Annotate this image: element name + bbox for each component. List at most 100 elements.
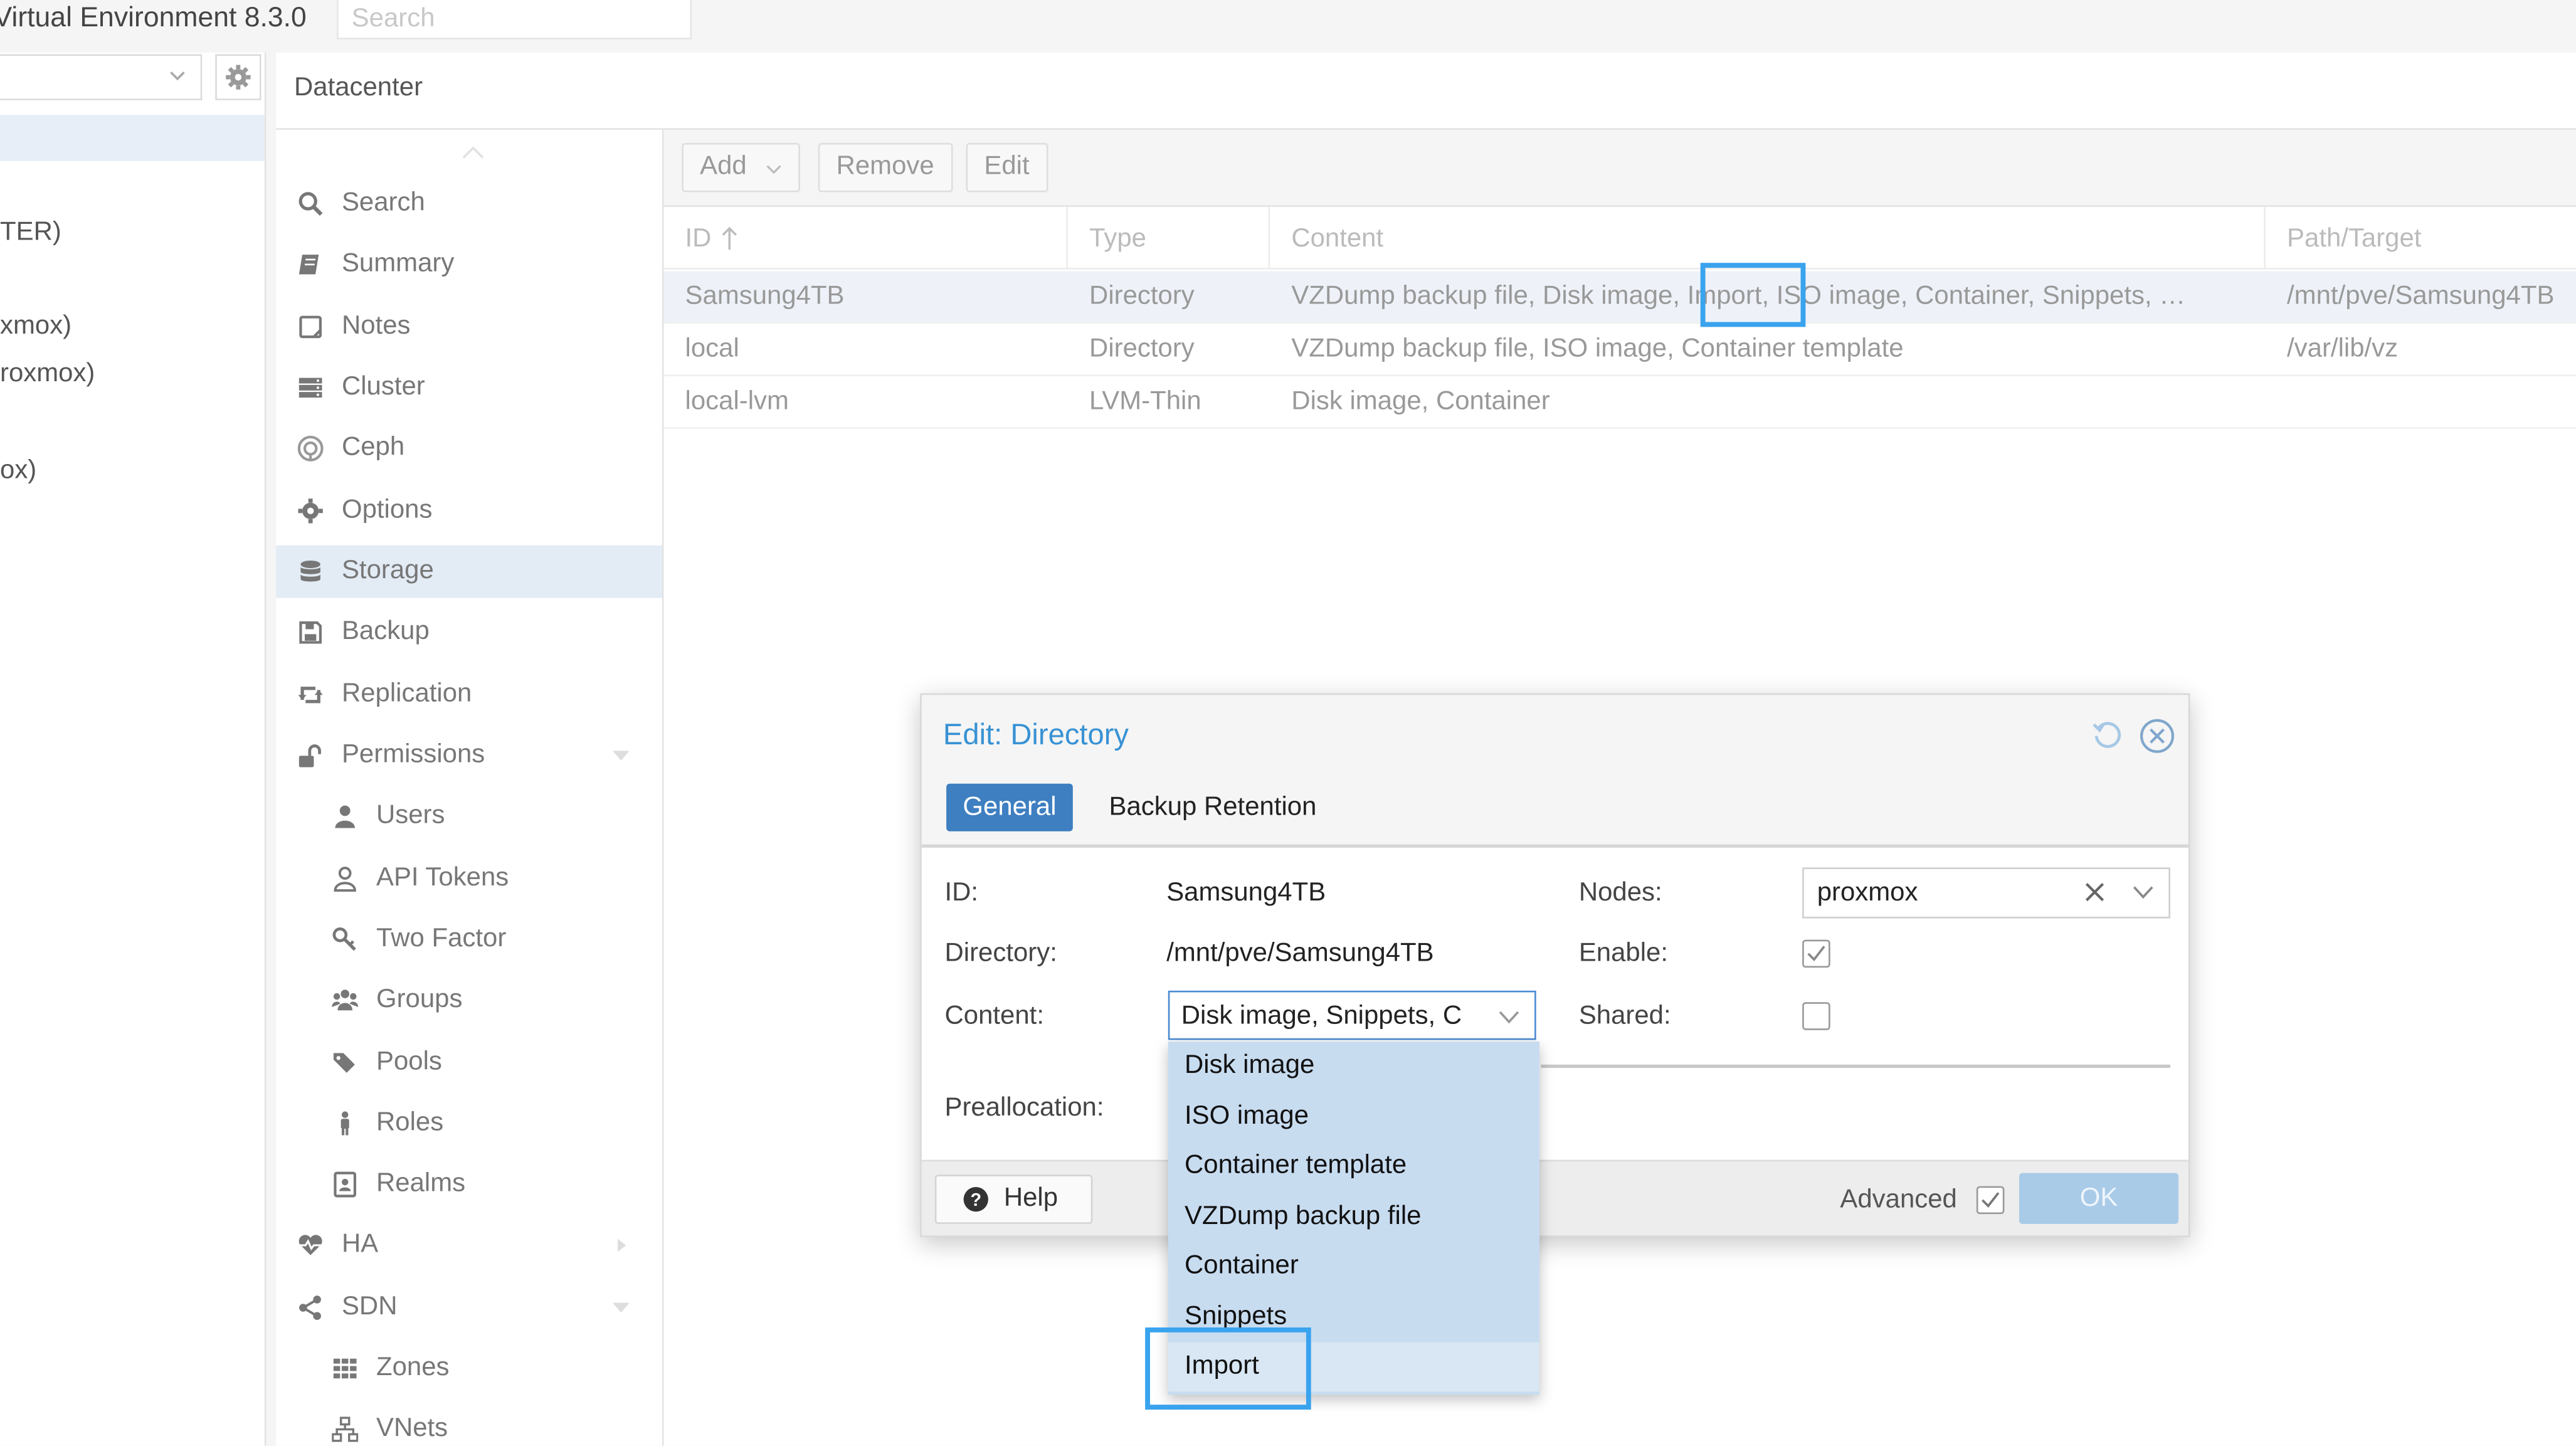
menu-item-sdn[interactable]: SDN [276, 1282, 662, 1334]
column-header-label: ID [685, 224, 712, 253]
menu-item-summary[interactable]: Summary [276, 238, 662, 291]
table-row[interactable]: local Directory VZDump backup file, ISO … [663, 324, 2576, 376]
dropdown-option[interactable]: Disk image [1168, 1042, 1539, 1091]
gear-icon [226, 65, 251, 90]
help-button-label: Help [1003, 1185, 1058, 1213]
column-separator[interactable] [1268, 207, 1270, 270]
menu-item-label: Zones [376, 1353, 450, 1382]
add-button-label: Add [700, 152, 747, 181]
tree-item[interactable]: roxmox) [0, 358, 95, 391]
gear-button[interactable] [215, 54, 261, 100]
add-button[interactable]: Add [682, 142, 800, 193]
menu-item-label: Ceph [341, 433, 405, 462]
page-title: Datacenter [293, 73, 423, 102]
note-icon [299, 315, 322, 339]
chevron-up-icon[interactable] [460, 145, 487, 161]
shared-checkbox[interactable] [1802, 1002, 1830, 1030]
floppy-icon [299, 621, 322, 644]
menu-item-permissions[interactable]: Permissions [276, 729, 662, 782]
view-select[interactable] [0, 54, 203, 100]
enable-checkbox[interactable] [1802, 939, 1830, 968]
menu-item-ceph[interactable]: Ceph [276, 422, 662, 475]
expand-icon[interactable] [613, 1238, 629, 1252]
divider [1541, 1064, 2171, 1068]
svg-text:?: ? [970, 1190, 981, 1210]
shared-label: Shared: [1578, 1002, 1671, 1030]
column-header-content[interactable]: Content [1291, 225, 1383, 255]
close-icon[interactable] [2139, 718, 2175, 754]
menu-item-groups[interactable]: Groups [276, 974, 662, 1027]
menu-item-vnets[interactable]: VNets [276, 1403, 662, 1445]
menu-item-label: Storage [341, 557, 434, 585]
menu-item-options[interactable]: Options [276, 485, 662, 537]
column-header-path[interactable]: Path/Target [2287, 225, 2421, 255]
tab-general[interactable]: General [946, 783, 1073, 831]
menu-item-label: Backup [341, 618, 430, 646]
tree-item-selected[interactable] [0, 115, 265, 161]
table-row[interactable]: Samsung4TB Directory VZDump backup file,… [663, 271, 2576, 324]
share-alt-icon [299, 1296, 321, 1320]
search-icon [298, 192, 323, 216]
dropdown-option[interactable]: VZDump backup file [1168, 1193, 1539, 1242]
chevron-down-icon[interactable] [2133, 884, 2154, 900]
clear-icon[interactable] [2083, 880, 2106, 904]
chevron-down-icon[interactable] [1498, 1009, 1519, 1025]
dropdown-option[interactable]: Container [1168, 1242, 1539, 1292]
cell-id: Samsung4TB [685, 282, 845, 311]
content-select-value: Disk image, Snippets, C [1181, 1002, 1462, 1030]
menu-item-backup[interactable]: Backup [276, 606, 662, 659]
column-separator[interactable] [2264, 207, 2266, 270]
option-label: Container [1185, 1252, 1299, 1280]
check-icon [1982, 1192, 2000, 1208]
menu-item-two-factor[interactable]: Two Factor [276, 914, 662, 966]
gear-icon [298, 499, 323, 524]
option-label: ISO image [1185, 1102, 1309, 1131]
cell-path: /var/lib/vz [2287, 335, 2399, 364]
menu-item-label: Cluster [341, 372, 425, 401]
table-row[interactable]: local-lvm LVM-Thin Disk image, Container [663, 376, 2576, 429]
menu-item-storage[interactable]: Storage [276, 545, 662, 598]
menu-item-zones[interactable]: Zones [276, 1343, 662, 1395]
user-outline-icon [334, 867, 356, 892]
menu-item-label: Search [341, 189, 425, 217]
tab-backup-retention[interactable]: Backup Retention [1109, 790, 1316, 825]
advanced-checkbox[interactable] [1976, 1186, 2005, 1215]
dropdown-option[interactable]: ISO image [1168, 1092, 1539, 1142]
ceph-icon [297, 435, 324, 462]
nodes-label: Nodes: [1578, 879, 1662, 907]
search-input[interactable]: Search [337, 0, 692, 40]
column-separator[interactable] [1066, 207, 1068, 270]
collapse-icon[interactable] [613, 1301, 630, 1314]
tree-item[interactable]: xmox) [0, 310, 71, 343]
dropdown-option[interactable]: Container template [1168, 1142, 1539, 1191]
option-label: Container template [1185, 1151, 1407, 1180]
reset-icon[interactable] [2091, 718, 2124, 751]
menu-item-ha[interactable]: HA [276, 1219, 662, 1272]
menu-item-cluster[interactable]: Cluster [276, 361, 662, 414]
menu-item-realms[interactable]: Realms [276, 1158, 662, 1211]
menu-item-pools[interactable]: Pools [276, 1037, 662, 1089]
highlight-box [1145, 1327, 1311, 1410]
tree-item[interactable]: ox) [0, 455, 36, 488]
grid-icon [333, 1358, 357, 1379]
menu-item-replication[interactable]: Replication [276, 668, 662, 721]
tree-item[interactable]: TER) [0, 217, 61, 250]
menu-item-roles[interactable]: Roles [276, 1097, 662, 1150]
column-header-type[interactable]: Type [1089, 225, 1146, 255]
remove-button[interactable]: Remove [818, 142, 953, 193]
ok-button[interactable]: OK [2019, 1173, 2179, 1224]
menu-item-users[interactable]: Users [276, 790, 662, 843]
menu-item-api-tokens[interactable]: API Tokens [276, 853, 662, 905]
menu-item-search[interactable]: Search [276, 177, 662, 230]
edit-button[interactable]: Edit [966, 142, 1048, 193]
collapse-icon[interactable] [613, 749, 630, 763]
cell-type: Directory [1089, 282, 1195, 311]
app-title: Virtual Environment 8.3.0 [0, 1, 307, 33]
menu-item-notes[interactable]: Notes [276, 300, 662, 353]
user-icon [335, 805, 355, 828]
highlight-box [1700, 263, 1806, 327]
dialog-title: Edit: Directory [942, 717, 1129, 751]
column-header-id[interactable]: ID [685, 224, 737, 255]
chevron-down-icon [170, 71, 185, 81]
unlock-icon [298, 744, 321, 768]
